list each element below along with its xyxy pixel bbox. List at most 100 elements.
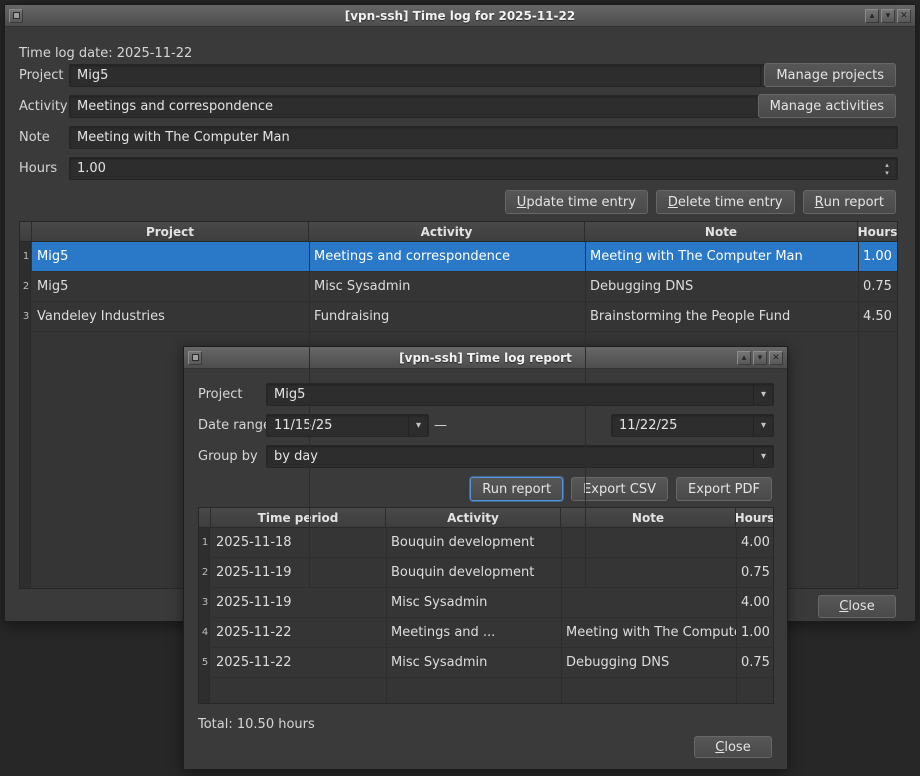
maximize-icon[interactable]: ▾	[881, 9, 895, 23]
close-icon[interactable]: ✕	[897, 9, 911, 23]
cell-hours: 4.50	[858, 302, 897, 331]
cell-note: Brainstorming the People Fund	[585, 302, 858, 331]
cell-note	[561, 558, 736, 587]
spin-up-icon[interactable]: ▴	[885, 161, 889, 169]
table-row[interactable]: 4 2025-11-22 Meetings and ... Meeting wi…	[199, 618, 773, 648]
date-to-value: 11/22/25	[619, 418, 677, 433]
hours-input[interactable]	[69, 157, 898, 180]
shade-icon[interactable]: ▴	[737, 351, 751, 365]
table-row[interactable]: 3 Vandeley Industries Fundraising Brains…	[20, 302, 897, 332]
main-titlebar[interactable]: [vpn-ssh] Time log for 2025-11-22 ▴ ▾ ✕	[5, 5, 915, 27]
report-project-value: Mig5	[274, 387, 305, 402]
update-time-entry-button[interactable]: Update time entry	[505, 190, 648, 214]
cell-hours: 4.00	[736, 588, 773, 617]
maximize-icon[interactable]: ▾	[753, 351, 767, 365]
cell-note	[561, 528, 736, 557]
note-label: Note	[19, 126, 50, 149]
spin-down-icon[interactable]: ▾	[885, 169, 889, 177]
spinner-buttons: ▴ ▾	[879, 158, 895, 179]
row-number: 1	[199, 528, 211, 557]
hours-spinbox: ▴ ▾	[69, 157, 898, 180]
manage-activities-button[interactable]: Manage activities	[758, 94, 896, 118]
close-icon[interactable]: ✕	[769, 351, 783, 365]
cell-time-period: 2025-11-22	[211, 648, 386, 677]
run-report-button[interactable]: Run report	[470, 477, 563, 501]
row-number-column-header[interactable]	[20, 222, 32, 241]
table-row[interactable]: 5 2025-11-22 Misc Sysadmin Debugging DNS…	[199, 648, 773, 678]
table-row[interactable]: 1 2025-11-18 Bouquin development 4.00	[199, 528, 773, 558]
entry-action-buttons: Update time entry Delete time entry Run …	[505, 190, 896, 214]
note-input[interactable]	[69, 126, 898, 149]
table-header: Project Activity Note Hours	[20, 222, 897, 242]
run-report-button[interactable]: Run report	[803, 190, 896, 214]
table-header: Time period Activity Note Hours	[199, 508, 773, 528]
column-separator	[309, 242, 310, 588]
window-menu-icon[interactable]	[9, 9, 23, 23]
table-row[interactable]: 2 2025-11-19 Bouquin development 0.75	[199, 558, 773, 588]
time-period-column-header[interactable]: Time period	[211, 508, 386, 527]
cell-activity: Meetings and correspondence	[309, 242, 585, 271]
window-controls: ▴ ▾ ✕	[737, 351, 783, 365]
note-column-header[interactable]: Note	[585, 222, 858, 241]
project-column-header[interactable]: Project	[32, 222, 309, 241]
dropdown-icon[interactable]: ▾	[408, 415, 428, 436]
group-by-value: by day	[274, 449, 318, 464]
dropdown-icon[interactable]: ▾	[753, 384, 773, 405]
activity-column-header[interactable]: Activity	[386, 508, 561, 527]
table-row[interactable]: 2 Mig5 Misc Sysadmin Debugging DNS 0.75	[20, 272, 897, 302]
window-menu-icon[interactable]	[188, 351, 202, 365]
group-by-combobox[interactable]: by day ▾	[266, 445, 774, 468]
date-from-value: 11/15/25	[274, 418, 332, 433]
row-number: 3	[20, 302, 32, 331]
time-log-date-label: Time log date: 2025-11-22	[19, 42, 192, 65]
date-from-combobox[interactable]: 11/15/25 ▾	[266, 414, 429, 437]
table-body: 1 2025-11-18 Bouquin development 4.00 2 …	[199, 528, 773, 703]
cell-time-period: 2025-11-22	[211, 618, 386, 647]
group-by-label: Group by	[198, 445, 258, 468]
close-button[interactable]: Close	[694, 736, 772, 758]
row-number: 4	[199, 618, 211, 647]
column-separator	[561, 528, 562, 703]
activity-input[interactable]	[69, 95, 781, 118]
cell-time-period: 2025-11-19	[211, 588, 386, 617]
delete-time-entry-button[interactable]: Delete time entry	[656, 190, 795, 214]
report-table: Time period Activity Note Hours 1 2025-1…	[198, 507, 774, 704]
close-button[interactable]: Close	[818, 595, 896, 618]
cell-activity: Misc Sysadmin	[309, 272, 585, 301]
hours-column-header[interactable]: Hours	[736, 508, 773, 527]
project-label: Project	[19, 64, 63, 87]
date-to-combobox[interactable]: 11/22/25 ▾	[611, 414, 774, 437]
cell-note: Meeting with The Computer...	[561, 618, 736, 647]
dropdown-icon[interactable]: ▾	[753, 446, 773, 467]
cell-note: Meeting with The Computer Man	[585, 242, 858, 271]
note-column-header[interactable]: Note	[561, 508, 736, 527]
table-row[interactable]: 1 Mig5 Meetings and correspondence Meeti…	[20, 242, 897, 272]
project-combobox[interactable]: Mig5 ▾	[69, 64, 781, 87]
table-row[interactable]: 3 2025-11-19 Misc Sysadmin 4.00	[199, 588, 773, 618]
main-window-title: [vpn-ssh] Time log for 2025-11-22	[5, 9, 915, 23]
cell-project: Mig5	[32, 272, 309, 301]
manage-projects-button[interactable]: Manage projects	[764, 63, 896, 87]
cell-activity: Meetings and ...	[386, 618, 561, 647]
window-controls: ▴ ▾ ✕	[865, 9, 911, 23]
project-combobox-value: Mig5	[77, 68, 108, 83]
dropdown-icon[interactable]: ▾	[753, 415, 773, 436]
activity-column-header[interactable]: Activity	[309, 222, 585, 241]
row-number: 1	[20, 242, 32, 271]
export-pdf-button[interactable]: Export PDF	[676, 477, 772, 501]
row-number: 2	[20, 272, 32, 301]
row-number-column-header[interactable]	[199, 508, 211, 527]
report-action-buttons: Run report Export CSV Export PDF	[470, 477, 772, 501]
hours-label: Hours	[19, 157, 57, 180]
report-project-combobox[interactable]: Mig5 ▾	[266, 383, 774, 406]
report-titlebar[interactable]: [vpn-ssh] Time log report ▴ ▾ ✕	[184, 347, 787, 369]
cell-activity: Bouquin development	[386, 558, 561, 587]
date-range-label: Date range	[198, 414, 271, 437]
date-range-separator: —	[434, 414, 447, 437]
hours-column-header[interactable]: Hours	[858, 222, 897, 241]
shade-icon[interactable]: ▴	[865, 9, 879, 23]
row-number: 3	[199, 588, 211, 617]
row-number: 5	[199, 648, 211, 677]
cell-note: Debugging DNS	[585, 272, 858, 301]
column-separator	[386, 528, 387, 703]
